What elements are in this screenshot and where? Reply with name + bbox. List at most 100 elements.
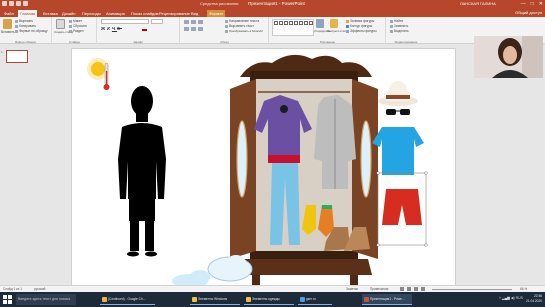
close-button[interactable]: ✕ xyxy=(539,1,543,7)
paste-icon[interactable] xyxy=(3,19,12,29)
system-tray-icons[interactable]: ˄ ▂▄▆ ◀) RUS xyxy=(499,296,523,300)
select-button[interactable]: Выделить xyxy=(390,29,409,33)
reading-view-icon[interactable] xyxy=(414,287,418,291)
font-name-combo[interactable] xyxy=(101,19,149,24)
replace-button[interactable]: Заменить xyxy=(390,24,408,28)
shape-icon[interactable] xyxy=(298,20,303,25)
shape-icon[interactable] xyxy=(293,20,298,25)
quick-access-toolbar xyxy=(2,1,28,6)
font-color-icon[interactable] xyxy=(142,26,147,31)
font-size-combo[interactable] xyxy=(151,19,163,24)
slide-thumbnail[interactable] xyxy=(6,50,28,63)
comments-button[interactable]: Примечания xyxy=(370,287,388,291)
language-indicator[interactable]: русский xyxy=(34,287,45,291)
tab-home[interactable]: Главная xyxy=(18,10,38,17)
zoom-slider[interactable] xyxy=(432,289,512,290)
red-shorts[interactable] xyxy=(376,171,428,247)
align-buttons xyxy=(184,27,203,31)
arrange-icon[interactable] xyxy=(316,19,324,28)
network-icon[interactable]: ▂▄▆ xyxy=(502,296,510,300)
redo-icon[interactable] xyxy=(16,1,21,6)
slideshow-view-icon[interactable] xyxy=(421,287,425,291)
tab-slideshow[interactable]: Показ слайдов xyxy=(129,10,161,17)
undo-icon[interactable] xyxy=(9,1,14,6)
slide-sorter-icon[interactable] xyxy=(407,287,411,291)
cut-button[interactable]: Вырезать xyxy=(15,19,33,23)
tab-review[interactable]: Рецензирование xyxy=(157,10,192,17)
clock[interactable]: 22:56 21.04.2020 xyxy=(526,294,542,304)
align-text-button[interactable]: Выровнять текст xyxy=(225,24,254,28)
taskbar-search[interactable]: Введите здесь текст для поиска xyxy=(16,294,76,305)
title-bar: Средства рисования Презентация1 - PowerP… xyxy=(0,0,545,9)
save-icon[interactable] xyxy=(2,1,7,6)
align-right-icon[interactable] xyxy=(198,27,203,31)
indent-icon[interactable] xyxy=(198,20,203,24)
volume-icon[interactable]: ◀) xyxy=(511,296,515,300)
user-name[interactable]: ЛАНСКАЯ ГАЛИНА xyxy=(460,1,496,6)
slide-canvas[interactable] xyxy=(71,48,456,288)
align-center-icon[interactable] xyxy=(191,27,196,31)
shape-icon[interactable] xyxy=(283,20,288,25)
section-button[interactable]: Раздел xyxy=(69,29,84,33)
snowflake-cloud-icon[interactable] xyxy=(207,255,253,282)
font-format-buttons[interactable]: ЖКЧS xyxy=(101,26,122,31)
group-drawing: Упорядочить Экспресс-стили Заливка фигур… xyxy=(270,17,386,44)
tray-arrow-icon[interactable]: ˄ xyxy=(499,296,501,300)
quick-styles-icon[interactable] xyxy=(330,19,338,28)
numbering-icon[interactable] xyxy=(191,20,196,24)
bullets-icon[interactable] xyxy=(184,20,189,24)
tab-view[interactable]: Вид xyxy=(189,10,200,17)
strikethrough-icon[interactable]: S xyxy=(117,26,122,31)
taskbar-app-explorer-2[interactable]: Элементы одежды xyxy=(244,294,294,305)
quick-styles-button[interactable]: Экспресс-стили xyxy=(327,29,347,33)
wardrobe[interactable] xyxy=(230,54,378,285)
window-title: Презентация1 - PowerPoint xyxy=(248,1,305,6)
shape-outline-button[interactable]: Контур фигуры xyxy=(346,24,372,28)
taskbar-app-explorer-1[interactable]: Элементы Windows xyxy=(190,294,240,305)
tab-insert[interactable]: Вставка xyxy=(41,10,60,17)
shape-effects-button[interactable]: Эффекты фигуры xyxy=(346,29,377,33)
align-left-icon[interactable] xyxy=(184,27,189,31)
tab-file[interactable]: Файл xyxy=(2,10,16,17)
maximize-button[interactable]: □ xyxy=(531,1,534,7)
brush-icon xyxy=(15,29,18,33)
layout-button[interactable]: Макет xyxy=(69,19,82,23)
shapes-gallery[interactable] xyxy=(272,19,314,36)
reset-button[interactable]: Сбросить xyxy=(69,24,87,28)
notes-button[interactable]: Заметки xyxy=(346,287,358,291)
sunglasses[interactable] xyxy=(386,109,410,115)
windows-start-icon[interactable] xyxy=(3,295,12,304)
shape-icon[interactable] xyxy=(308,20,313,25)
input-language[interactable]: RUS xyxy=(516,296,523,300)
share-button[interactable]: Общий доступ xyxy=(515,10,542,15)
tab-format[interactable]: Формат xyxy=(207,10,226,17)
zoom-level[interactable]: 66 % xyxy=(520,287,527,291)
blue-t-shirt[interactable] xyxy=(372,127,424,175)
shape-icon[interactable] xyxy=(273,20,278,25)
start-slideshow-icon[interactable] xyxy=(23,1,28,6)
taskbar-app-chrome[interactable]: (Continued) - Google Ch... xyxy=(100,294,155,305)
format-painter-button[interactable]: Формат по образцу xyxy=(15,29,48,33)
text-direction-button[interactable]: Направление текста xyxy=(225,19,259,23)
shape-fill-button[interactable]: Заливка фигуры xyxy=(346,19,374,23)
group-label: Слайды xyxy=(68,40,81,44)
new-slide-icon[interactable] xyxy=(56,19,65,29)
tab-design[interactable]: Дизайн xyxy=(60,10,77,17)
straw-hat[interactable] xyxy=(378,81,418,106)
tab-transitions[interactable]: Переходы xyxy=(80,10,103,17)
tab-animations[interactable]: Анимация xyxy=(104,10,127,17)
copy-button[interactable]: Копировать xyxy=(15,24,36,28)
taskbar-app-powerpoint[interactable]: Презентация1 - Powe... xyxy=(362,294,412,305)
minimize-button[interactable]: — xyxy=(521,1,526,7)
normal-view-icon[interactable] xyxy=(400,287,404,291)
group-label: Редактирование xyxy=(394,40,418,44)
shape-icon[interactable] xyxy=(303,20,308,25)
shape-icon[interactable] xyxy=(278,20,283,25)
person-silhouette[interactable] xyxy=(118,86,166,257)
taskbar-app-site[interactable]: gsm.ru xyxy=(298,294,332,305)
powerpoint-icon xyxy=(364,296,369,302)
smartart-button[interactable]: Преобразовать в SmartArt xyxy=(225,29,263,33)
shape-icon[interactable] xyxy=(288,20,293,25)
paste-button[interactable]: Вставить xyxy=(1,30,15,34)
find-button[interactable]: Найти xyxy=(390,19,403,23)
